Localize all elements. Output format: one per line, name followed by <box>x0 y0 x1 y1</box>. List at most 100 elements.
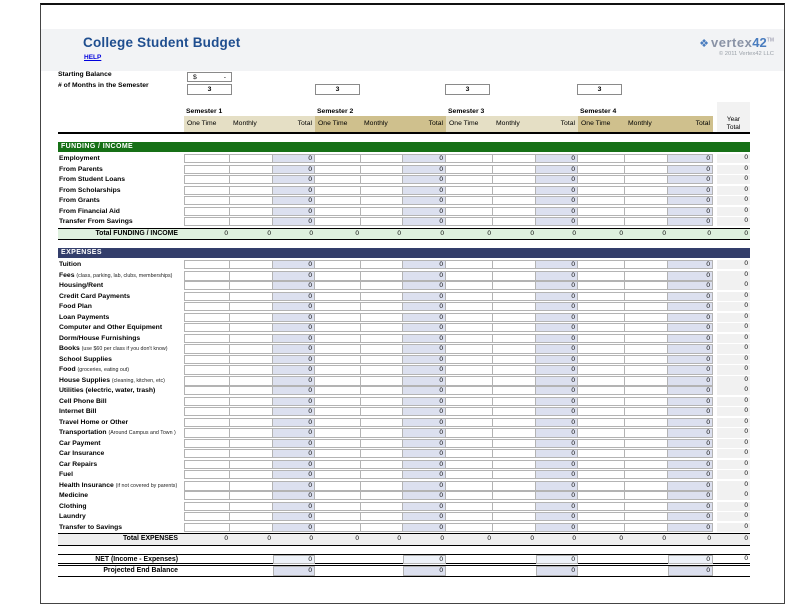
one-time-cell[interactable] <box>578 355 625 364</box>
monthly-cell[interactable] <box>493 481 536 491</box>
one-time-cell[interactable] <box>315 523 361 532</box>
one-time-cell[interactable] <box>184 449 230 458</box>
monthly-cell[interactable] <box>625 281 668 290</box>
one-time-cell[interactable] <box>184 470 230 479</box>
monthly-cell[interactable] <box>625 271 668 281</box>
monthly-cell[interactable] <box>361 481 403 491</box>
one-time-cell[interactable] <box>315 154 361 163</box>
one-time-cell[interactable] <box>184 397 230 406</box>
monthly-cell[interactable] <box>493 207 536 216</box>
monthly-cell[interactable] <box>361 323 403 332</box>
one-time-cell[interactable] <box>578 460 625 469</box>
one-time-cell[interactable] <box>578 334 625 343</box>
monthly-cell[interactable] <box>230 271 273 281</box>
monthly-cell[interactable] <box>493 302 536 311</box>
one-time-cell[interactable] <box>315 439 361 448</box>
monthly-cell[interactable] <box>230 460 273 469</box>
one-time-cell[interactable] <box>315 376 361 386</box>
one-time-cell[interactable] <box>446 481 493 491</box>
one-time-cell[interactable] <box>184 418 230 427</box>
one-time-cell[interactable] <box>578 207 625 216</box>
monthly-cell[interactable] <box>230 481 273 491</box>
monthly-cell[interactable] <box>361 470 403 479</box>
one-time-cell[interactable] <box>315 502 361 511</box>
one-time-cell[interactable] <box>315 397 361 406</box>
monthly-cell[interactable] <box>625 439 668 448</box>
monthly-cell[interactable] <box>625 292 668 301</box>
one-time-cell[interactable] <box>446 186 493 195</box>
monthly-cell[interactable] <box>493 292 536 301</box>
one-time-cell[interactable] <box>446 523 493 532</box>
monthly-cell[interactable] <box>230 449 273 458</box>
monthly-cell[interactable] <box>625 323 668 332</box>
monthly-cell[interactable] <box>230 344 273 354</box>
monthly-cell[interactable] <box>361 512 403 521</box>
one-time-cell[interactable] <box>184 491 230 500</box>
monthly-cell[interactable] <box>230 428 273 438</box>
one-time-cell[interactable] <box>315 196 361 205</box>
one-time-cell[interactable] <box>578 302 625 311</box>
one-time-cell[interactable] <box>184 175 230 184</box>
one-time-cell[interactable] <box>446 323 493 332</box>
monthly-cell[interactable] <box>230 154 273 163</box>
one-time-cell[interactable] <box>184 207 230 216</box>
monthly-cell[interactable] <box>230 196 273 205</box>
monthly-cell[interactable] <box>230 407 273 416</box>
one-time-cell[interactable] <box>578 323 625 332</box>
monthly-cell[interactable] <box>230 355 273 364</box>
one-time-cell[interactable] <box>578 449 625 458</box>
one-time-cell[interactable] <box>315 344 361 354</box>
monthly-cell[interactable] <box>361 344 403 354</box>
one-time-cell[interactable] <box>446 460 493 469</box>
one-time-cell[interactable] <box>446 175 493 184</box>
monthly-cell[interactable] <box>361 449 403 458</box>
one-time-cell[interactable] <box>446 397 493 406</box>
monthly-cell[interactable] <box>625 154 668 163</box>
monthly-cell[interactable] <box>230 281 273 290</box>
monthly-cell[interactable] <box>493 323 536 332</box>
one-time-cell[interactable] <box>184 196 230 205</box>
one-time-cell[interactable] <box>184 292 230 301</box>
one-time-cell[interactable] <box>184 313 230 322</box>
one-time-cell[interactable] <box>315 460 361 469</box>
monthly-cell[interactable] <box>230 292 273 301</box>
one-time-cell[interactable] <box>578 175 625 184</box>
monthly-cell[interactable] <box>361 418 403 427</box>
one-time-cell[interactable] <box>315 165 361 174</box>
one-time-cell[interactable] <box>315 260 361 269</box>
one-time-cell[interactable] <box>446 502 493 511</box>
monthly-cell[interactable] <box>625 186 668 195</box>
one-time-cell[interactable] <box>315 313 361 322</box>
one-time-cell[interactable] <box>578 502 625 511</box>
one-time-cell[interactable] <box>446 281 493 290</box>
monthly-cell[interactable] <box>625 418 668 427</box>
monthly-cell[interactable] <box>625 376 668 386</box>
one-time-cell[interactable] <box>446 365 493 375</box>
monthly-cell[interactable] <box>361 165 403 174</box>
monthly-cell[interactable] <box>493 271 536 281</box>
monthly-cell[interactable] <box>230 175 273 184</box>
monthly-cell[interactable] <box>493 397 536 406</box>
monthly-cell[interactable] <box>493 502 536 511</box>
monthly-cell[interactable] <box>493 165 536 174</box>
one-time-cell[interactable] <box>446 470 493 479</box>
monthly-cell[interactable] <box>361 302 403 311</box>
one-time-cell[interactable] <box>446 292 493 301</box>
one-time-cell[interactable] <box>578 292 625 301</box>
months-input-1[interactable]: 3 <box>187 84 232 95</box>
monthly-cell[interactable] <box>230 491 273 500</box>
monthly-cell[interactable] <box>625 334 668 343</box>
one-time-cell[interactable] <box>578 344 625 354</box>
one-time-cell[interactable] <box>315 334 361 343</box>
monthly-cell[interactable] <box>230 376 273 386</box>
months-input-2[interactable]: 3 <box>315 84 360 95</box>
one-time-cell[interactable] <box>315 470 361 479</box>
one-time-cell[interactable] <box>315 217 361 226</box>
one-time-cell[interactable] <box>315 302 361 311</box>
monthly-cell[interactable] <box>625 428 668 438</box>
one-time-cell[interactable] <box>315 323 361 332</box>
monthly-cell[interactable] <box>230 217 273 226</box>
one-time-cell[interactable] <box>446 260 493 269</box>
help-link[interactable]: HELP <box>84 54 101 61</box>
monthly-cell[interactable] <box>493 196 536 205</box>
